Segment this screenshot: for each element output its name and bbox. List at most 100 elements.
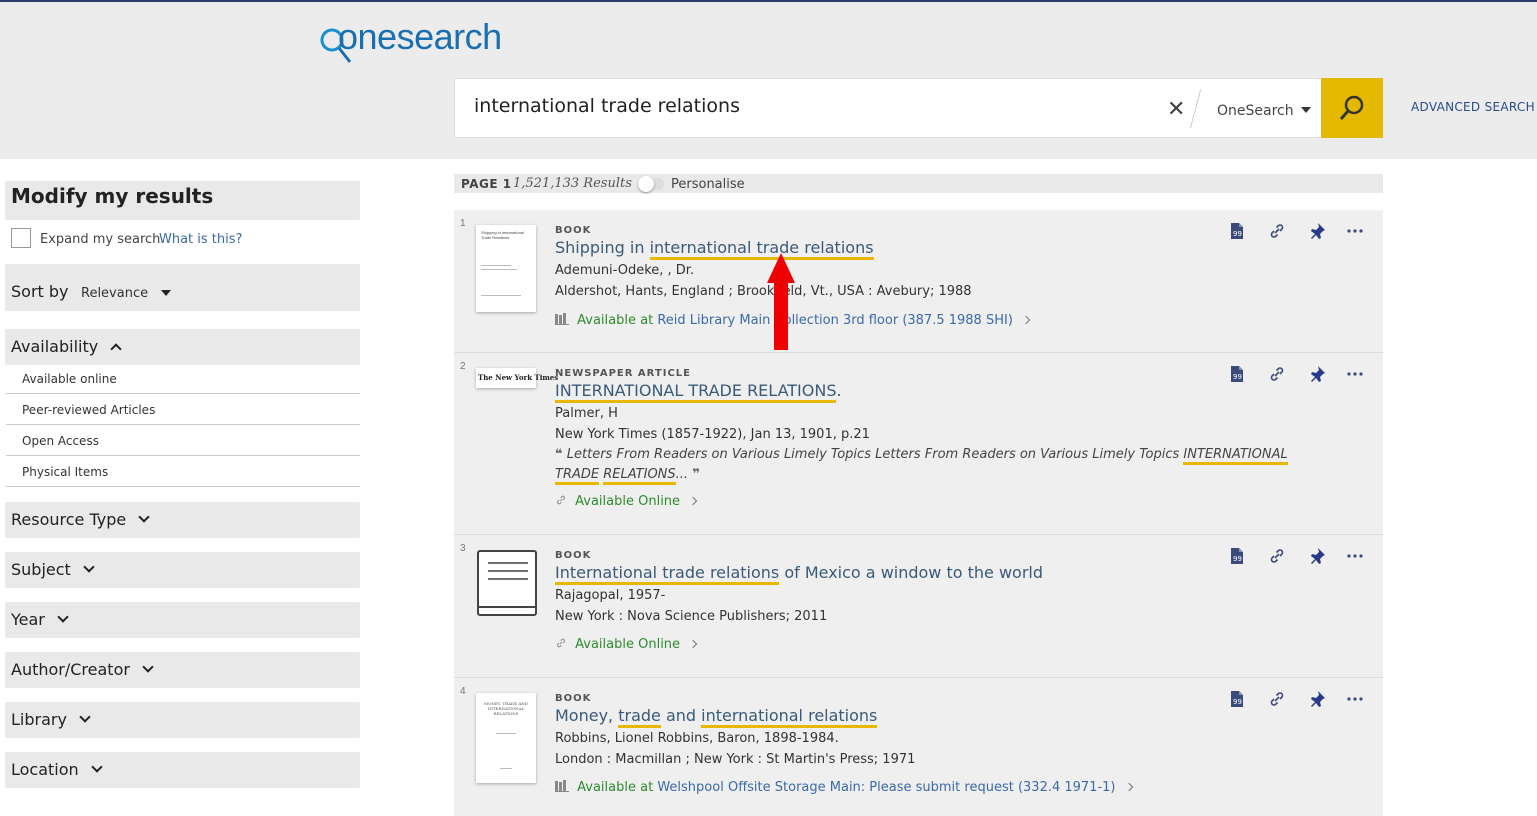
result-snippet: ❝ Letters From Readers on Various Limely… (555, 445, 1295, 485)
results-bar: PAGE 1 1,521,133 Results Personalise (454, 174, 1383, 193)
library-name: Welshpool (657, 780, 724, 795)
thumbnail-text-line (481, 295, 521, 296)
chevron-right-icon (688, 639, 698, 649)
search-button[interactable] (1321, 78, 1383, 138)
newspaper-thumbnail[interactable]: The New York Times (476, 368, 558, 388)
onesearch-logo[interactable]: onesearch (318, 16, 518, 68)
close-quote-icon: ❞ (692, 467, 700, 482)
logo-text: onesearch (338, 16, 502, 57)
more-options-icon[interactable] (1346, 222, 1364, 240)
result-publication: London : Macmillan ; New York : St Marti… (555, 752, 916, 767)
facet-option-peer-reviewed[interactable]: Peer-reviewed Articles (6, 394, 360, 425)
result-title[interactable]: INTERNATIONAL TRADE RELATIONS. (555, 381, 842, 403)
title-text: Money, (555, 706, 619, 725)
facet-subject-header[interactable]: Subject (11, 560, 95, 579)
result-item[interactable]: 2 The New York Times NEWSPAPER ARTICLE I… (454, 353, 1383, 535)
availability-status[interactable]: Available Online (555, 637, 698, 652)
title-text: of Mexico a window to the world (779, 563, 1044, 582)
chevron-down-icon (83, 561, 95, 573)
pin-icon[interactable] (1308, 365, 1326, 383)
more-options-icon[interactable] (1346, 365, 1364, 383)
generic-book-icon[interactable] (476, 549, 538, 619)
availability-status[interactable]: Available at Welshpool Offsite Storage M… (555, 780, 1133, 795)
permalink-icon[interactable] (1268, 690, 1286, 708)
facet-label: Library (11, 710, 67, 729)
result-actions: 99 (1228, 365, 1368, 385)
title-highlight: INTERNATIONAL TRADE RELATIONS (555, 381, 837, 403)
citation-icon[interactable]: 99 (1228, 547, 1246, 565)
facet-resource-type-header[interactable]: Resource Type (11, 510, 150, 529)
result-title[interactable]: Money, trade and international relations (555, 706, 878, 728)
citation-icon[interactable]: 99 (1228, 222, 1246, 240)
result-actions: 99 (1228, 690, 1368, 710)
facet-label: Resource Type (11, 510, 127, 529)
more-options-icon[interactable] (1346, 547, 1364, 565)
chevron-down-icon (142, 661, 154, 673)
search-scope-select[interactable]: OneSearch (1217, 103, 1294, 119)
sort-select[interactable]: Relevance (81, 286, 148, 301)
book-cover-thumbnail[interactable]: Shipping in International Trade Relation… (476, 225, 536, 312)
pin-icon[interactable] (1308, 222, 1326, 240)
more-options-icon[interactable] (1346, 690, 1364, 708)
sidebar-title: Modify my results (11, 184, 214, 208)
result-publication: Aldershot, Hants, England ; Brookfield, … (555, 284, 972, 299)
snippet-highlight: TRADE (555, 467, 600, 485)
advanced-search-link[interactable]: ADVANCED SEARCH (1411, 100, 1535, 114)
availability-facet-header[interactable]: Availability (11, 337, 122, 356)
page-number: PAGE 1 (461, 177, 512, 191)
permalink-icon[interactable] (1268, 222, 1286, 240)
facet-label: Subject (11, 560, 71, 579)
book-cover-thumbnail[interactable]: MONEY, TRADE AND INTERNATIONAL RELATIONS (476, 693, 536, 783)
result-item[interactable]: 1 Shipping in International Trade Relati… (454, 210, 1383, 353)
thumbnail-text-line (481, 269, 517, 270)
snippet-highlight: RELATIONS (603, 467, 676, 485)
title-text: Shipping in (555, 238, 650, 257)
result-publication: New York Times (1857-1922), Jan 13, 1901… (555, 427, 870, 442)
expand-search-checkbox[interactable] (11, 228, 31, 248)
facet-option-open-access[interactable]: Open Access (6, 425, 360, 456)
thumbnail-title: MONEY, TRADE AND INTERNATIONAL RELATIONS (483, 701, 529, 716)
pin-icon[interactable] (1308, 547, 1326, 565)
resource-type: BOOK (555, 550, 592, 561)
sort-caret-icon[interactable] (161, 290, 171, 296)
what-is-this-link[interactable]: What is this? (159, 232, 242, 247)
result-number: 1 (460, 218, 466, 229)
snippet-ellipsis: ... (675, 467, 689, 482)
title-highlight: International trade relations (555, 563, 780, 585)
facet-option-available-online[interactable]: Available online (6, 363, 360, 394)
facet-year-header[interactable]: Year (11, 610, 69, 629)
search-input[interactable]: international trade relations (474, 95, 1154, 117)
personalise-label[interactable]: Personalise (671, 177, 745, 192)
result-item[interactable]: 4 MONEY, TRADE AND INTERNATIONAL RELATIO… (454, 678, 1383, 816)
search-divider (1189, 89, 1202, 129)
thumbnail-title: Shipping in International Trade Relation… (481, 230, 524, 240)
result-author: Robbins, Lionel Robbins, Baron, 1898-198… (555, 731, 839, 746)
red-arrow-annotation-icon (767, 253, 795, 350)
chevron-right-icon (1124, 782, 1133, 792)
citation-icon[interactable]: 99 (1228, 690, 1246, 708)
pin-icon[interactable] (1308, 690, 1326, 708)
location-text: Offsite Storage Main: Please submit requ… (727, 780, 1116, 795)
svg-text:99: 99 (1233, 230, 1242, 238)
result-title[interactable]: Shipping in international trade relation… (555, 238, 874, 260)
availability-status[interactable]: Available Online (555, 494, 698, 509)
facet-option-physical-items[interactable]: Physical Items (6, 456, 360, 487)
toggle-knob[interactable] (638, 176, 654, 192)
permalink-icon[interactable] (1268, 547, 1286, 565)
expand-search-label[interactable]: Expand my search (40, 232, 160, 247)
facet-location-header[interactable]: Location (11, 760, 103, 779)
permalink-icon[interactable] (1268, 365, 1286, 383)
clear-search-icon[interactable]: ✕ (1167, 96, 1185, 122)
citation-icon[interactable]: 99 (1228, 365, 1246, 383)
chevron-right-icon (688, 496, 698, 506)
snippet-highlight: INTERNATIONAL (1183, 447, 1288, 465)
result-author: Ademuni-Odeke, , Dr. (555, 263, 695, 278)
result-title[interactable]: International trade relations of Mexico … (555, 563, 1044, 585)
facet-label: Location (11, 760, 79, 779)
caret-down-icon[interactable] (1301, 107, 1311, 113)
facet-library-header[interactable]: Library (11, 710, 91, 729)
result-item[interactable]: 3 BOOK International trade relations of … (454, 535, 1383, 678)
availability-label: Availability (11, 337, 99, 356)
facet-author-header[interactable]: Author/Creator (11, 660, 154, 679)
library-name: Reid Library (657, 313, 736, 328)
